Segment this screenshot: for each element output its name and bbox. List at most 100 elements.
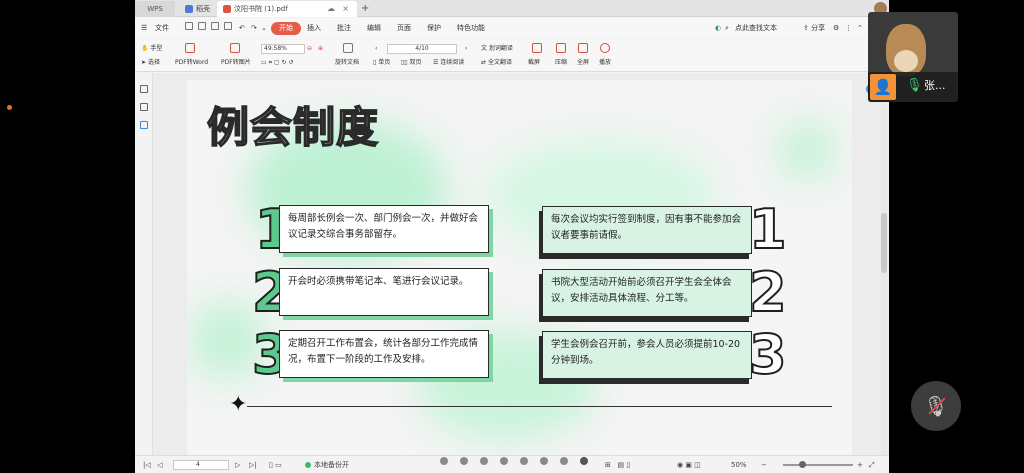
share-label: 分享 xyxy=(811,24,826,32)
tab-wps[interactable]: WPS xyxy=(135,1,175,17)
close-icon[interactable]: × xyxy=(342,1,349,17)
thumbnail-icon[interactable] xyxy=(140,103,148,111)
play-button[interactable]: 播放 xyxy=(599,58,611,67)
eye-icon[interactable]: ◉ ▣ ◫ xyxy=(677,459,701,471)
new-tab-button[interactable]: + xyxy=(361,1,369,16)
rotate-document-button[interactable]: 旋转文档 xyxy=(335,58,359,67)
zoom-slider-knob[interactable] xyxy=(799,461,806,468)
full-translate-button[interactable]: ⇄ 全文翻译 xyxy=(481,58,512,67)
word-translate-label: 划词翻译 xyxy=(488,45,513,52)
menu-page[interactable]: 页面 xyxy=(397,22,411,35)
menu-file[interactable]: 文件 xyxy=(155,22,169,35)
backup-status[interactable]: 本地备份开 xyxy=(314,459,349,471)
more-options-icon[interactable]: ⋮ xyxy=(845,22,852,35)
pdf-to-image-button[interactable]: PDF转图片 xyxy=(221,58,251,67)
export-icon[interactable] xyxy=(224,22,232,30)
zoom-out-icon[interactable]: − xyxy=(761,459,767,471)
zoom-out-icon[interactable]: ⊖ xyxy=(307,44,312,53)
zoom-input[interactable]: 49.58% xyxy=(261,44,305,54)
menu-protect[interactable]: 保护 xyxy=(427,22,441,35)
page-number-input[interactable]: 4/10 xyxy=(387,44,457,54)
page-dot[interactable] xyxy=(440,457,448,465)
annotation-icon[interactable] xyxy=(140,121,148,129)
glow-decoration xyxy=(777,120,837,180)
select-tool[interactable]: ➤ 选择 xyxy=(141,58,160,67)
left-sidebar xyxy=(135,73,153,455)
screenshot-icon xyxy=(532,43,542,53)
hand-tool[interactable]: ✋ 手型 xyxy=(141,44,162,53)
participant-video[interactable]: 👤 🎙 张... xyxy=(868,12,958,102)
page-dot[interactable] xyxy=(520,457,528,465)
right-number-2: 2 xyxy=(748,261,788,324)
next-page-icon[interactable]: ▷ xyxy=(235,459,240,471)
zoom-slider[interactable] xyxy=(783,464,853,466)
prev-page-icon[interactable]: ‹ xyxy=(375,44,377,53)
more-icon[interactable]: ⌄ xyxy=(261,22,267,35)
share-button[interactable]: ⇪ 分享 xyxy=(803,22,825,35)
print-icon[interactable] xyxy=(211,22,219,30)
open-icon[interactable] xyxy=(185,22,193,30)
gear-icon[interactable]: ⚙ xyxy=(833,22,839,35)
compress-button[interactable]: 压缩 xyxy=(555,58,567,67)
sparkle-icon: ✦ xyxy=(229,392,248,417)
zoom-level[interactable]: 50% xyxy=(731,459,747,471)
page-dot[interactable] xyxy=(500,457,508,465)
menu-edit[interactable]: 编辑 xyxy=(367,22,381,35)
rotate-icon xyxy=(343,43,353,53)
zoom-in-icon[interactable]: ⊕ xyxy=(318,44,323,53)
tab-daoke[interactable]: 稻壳 xyxy=(179,1,213,17)
menu-annotate[interactable]: 批注 xyxy=(337,22,351,35)
undo-icon[interactable]: ↶ xyxy=(239,22,245,35)
page-dot[interactable] xyxy=(480,457,488,465)
double-label: 双页 xyxy=(409,59,422,66)
user-icon: 👤 xyxy=(870,74,896,100)
participant-bar: 👤 🎙 张... xyxy=(868,72,958,102)
ribbon: ✋ 手型 ➤ 选择 PDF转Word PDF转图片 49.58% ⊖ ⊕ ▭ ⌗… xyxy=(135,40,889,72)
pdf-page: 例会制度 1 每周部长例会一次、部门例会一次，并做好会议记录交综合事务部留存。 … xyxy=(187,80,852,455)
mute-button[interactable]: 🎙 xyxy=(911,381,961,431)
page-dot[interactable] xyxy=(460,457,468,465)
fit-icons[interactable]: ▭ ⌗ ▢ ↻ ↺ xyxy=(261,58,293,67)
collapse-icon[interactable]: ⌃ xyxy=(857,22,863,35)
last-page-icon[interactable]: ▷| xyxy=(249,459,257,471)
right-card-1: 每次会议均实行签到制度，因有事不能参加会议者要事前请假。 xyxy=(542,206,752,254)
menu-start[interactable]: 开始 xyxy=(271,22,301,35)
microphone-icon[interactable]: 🎙 xyxy=(906,77,923,95)
fullscreen-icon xyxy=(578,43,588,53)
continuous-read-button[interactable]: ☰ 连续阅读 xyxy=(433,58,464,67)
layout-icons[interactable]: ▯ ▭ xyxy=(269,459,282,471)
hamburger-icon[interactable]: ☰ xyxy=(141,22,147,35)
scrollbar-thumb[interactable] xyxy=(881,213,887,273)
hand-label: 手型 xyxy=(150,45,163,52)
page-dot-active[interactable] xyxy=(580,457,588,465)
bookmark-icon[interactable] xyxy=(140,85,148,93)
view-mode-icons[interactable]: ⊞ ▤ ▯ xyxy=(605,459,630,471)
fullscreen-button[interactable]: 全屏 xyxy=(577,58,589,67)
first-page-icon[interactable]: |◁ xyxy=(143,459,151,471)
redo-icon[interactable]: ↷ xyxy=(251,22,257,35)
word-translate-button[interactable]: 文 划词翻译 xyxy=(481,44,513,53)
page-dot[interactable] xyxy=(540,457,548,465)
search-icon[interactable]: ⌕ xyxy=(725,22,729,35)
menu-features[interactable]: 特色功能 xyxy=(457,22,485,35)
screenshot-button[interactable]: 截屏 xyxy=(528,58,540,67)
status-page-input[interactable]: 4 xyxy=(173,460,229,470)
next-page-icon[interactable]: › xyxy=(465,44,467,53)
left-card-1: 每周部长例会一次、部门例会一次，并做好会议记录交综合事务部留存。 xyxy=(279,205,489,253)
menu-insert[interactable]: 插入 xyxy=(307,22,321,35)
cloud-icon[interactable]: ☁ xyxy=(327,1,335,17)
wps-window: WPS 稻壳 汶阳书院 (1).pdf ☁ × + ☰ 文件 ↶ ↷ ⌄ 开始 … xyxy=(135,0,889,473)
tab-document[interactable]: 汶阳书院 (1).pdf ☁ × xyxy=(217,1,357,17)
zoom-in-icon[interactable]: + xyxy=(857,459,863,471)
daoke-icon xyxy=(185,5,193,13)
select-label: 选择 xyxy=(147,59,160,66)
single-page-button[interactable]: ▯ 单页 xyxy=(373,58,390,67)
prev-page-icon[interactable]: ◁ xyxy=(157,459,162,471)
double-page-button[interactable]: ▯▯ 双页 xyxy=(401,58,422,67)
sync-icon[interactable]: ◐ xyxy=(715,22,721,35)
page-dot[interactable] xyxy=(560,457,568,465)
pdf-to-word-button[interactable]: PDF转Word xyxy=(175,58,208,67)
find-text-link[interactable]: 点此查找文本 xyxy=(735,22,777,35)
save-icon[interactable] xyxy=(198,22,206,30)
fit-window-icon[interactable]: ⤢ xyxy=(869,459,875,471)
